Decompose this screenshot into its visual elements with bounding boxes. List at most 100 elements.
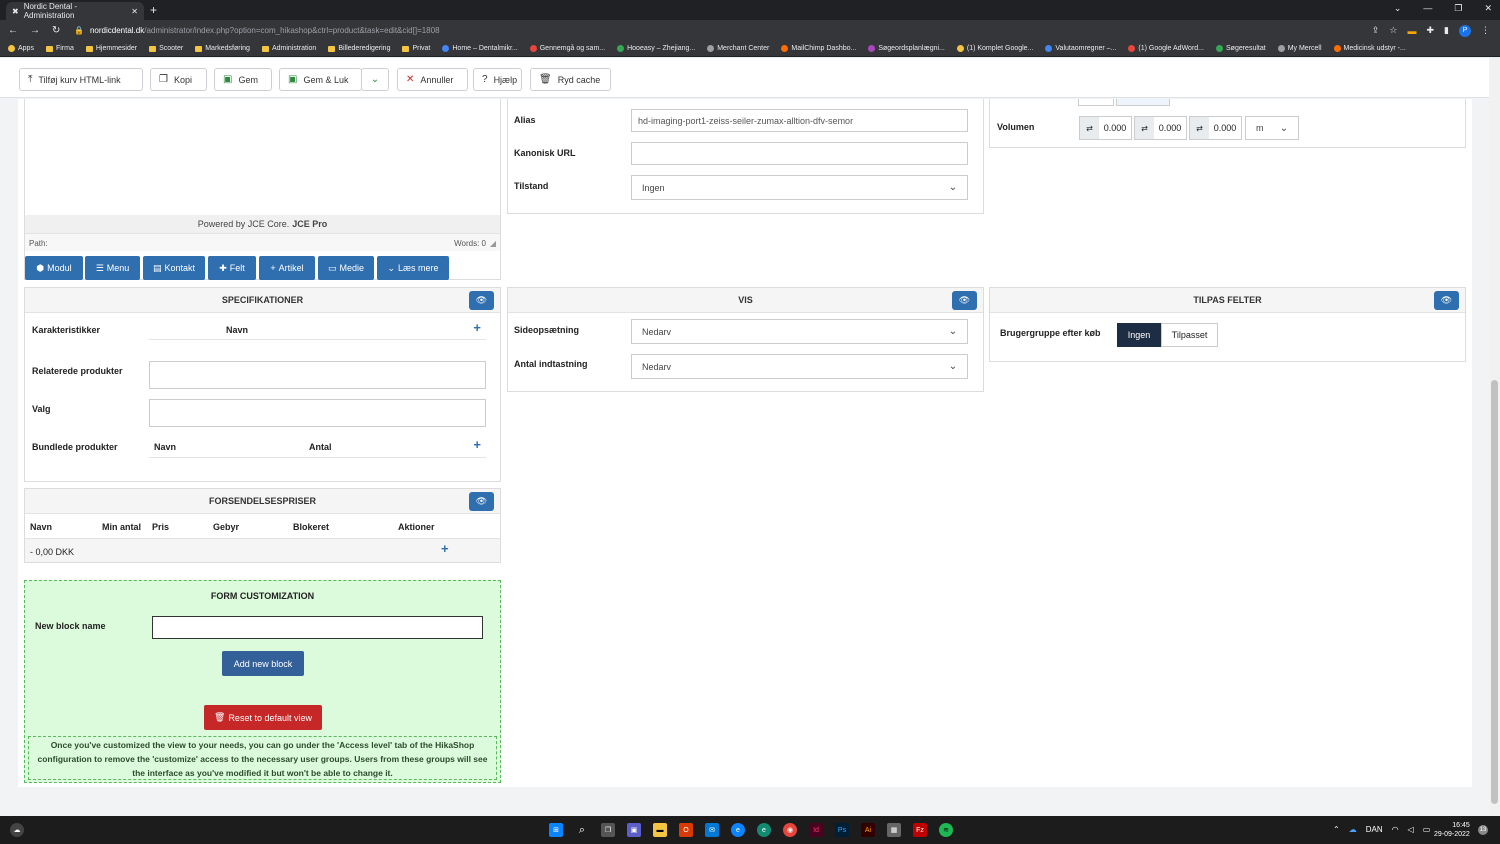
- add-characteristic-icon[interactable]: +: [473, 320, 481, 335]
- profile-avatar[interactable]: P: [1459, 24, 1471, 37]
- menu-button[interactable]: ☰ Menu: [85, 256, 140, 280]
- bookmark-item[interactable]: Søgeordsplanlægni...: [868, 45, 945, 52]
- browser-tab[interactable]: ✖ Nordic Dental - Administration ✕: [6, 2, 144, 20]
- back-icon[interactable]: ←: [8, 25, 18, 36]
- language-indicator[interactable]: DAN: [1366, 825, 1383, 834]
- module-button[interactable]: ⬢ Modul: [25, 256, 83, 280]
- bookmark-item[interactable]: Privat: [402, 45, 430, 52]
- cancel-button[interactable]: ✕ Annuller: [397, 68, 468, 91]
- illustrator-icon[interactable]: Ai: [861, 823, 875, 837]
- task-view-icon[interactable]: ❐: [601, 823, 615, 837]
- battery-icon[interactable]: ▭: [1423, 825, 1431, 834]
- bookmark-item[interactable]: Hjemmesider: [85, 45, 137, 52]
- volume-height-input[interactable]: ⇄ 0.000: [1189, 116, 1242, 140]
- reload-icon[interactable]: ↻: [52, 25, 60, 36]
- add-cart-link-button[interactable]: ⤒ Tilføj kurv HTML-link: [19, 68, 143, 91]
- save-close-button[interactable]: ▣ Gem & Luk: [279, 68, 362, 91]
- add-new-block-button[interactable]: Add new block: [222, 651, 304, 676]
- media-button[interactable]: ▭ Medie: [318, 256, 374, 280]
- bookmark-item[interactable]: Administration: [261, 45, 316, 52]
- photoshop-icon[interactable]: Ps: [835, 823, 849, 837]
- quantity-input-select[interactable]: Nedarv ⌄: [631, 354, 968, 379]
- file-explorer-icon[interactable]: ▬: [653, 823, 667, 837]
- page-layout-select[interactable]: Nedarv ⌄: [631, 319, 968, 344]
- onedrive-icon[interactable]: ☁: [1349, 825, 1357, 834]
- save-button[interactable]: ▣ Gem: [214, 68, 272, 91]
- volume-unit-select[interactable]: m ⌄: [1245, 116, 1299, 140]
- filezilla-icon[interactable]: Fz: [913, 823, 927, 837]
- bookmark-item[interactable]: Søgeresultat: [1216, 45, 1266, 52]
- edge-icon[interactable]: e: [757, 823, 771, 837]
- start-icon[interactable]: ⊞: [549, 823, 563, 837]
- edge-dev-icon[interactable]: e: [731, 823, 745, 837]
- bookmark-item[interactable]: Apps: [8, 45, 34, 52]
- puzzle-icon[interactable]: ✚: [1427, 25, 1435, 36]
- clock[interactable]: 16:45 29-09-2022: [1434, 821, 1470, 839]
- read-more-button[interactable]: ⌄ Læs mere: [377, 256, 449, 280]
- bookmark-item[interactable]: Home – Dentalmikr...: [442, 45, 518, 52]
- copy-button[interactable]: ❐ Kopi: [150, 68, 207, 91]
- bookmark-item[interactable]: Merchant Center: [707, 45, 769, 52]
- widgets-icon[interactable]: ☁: [10, 823, 24, 837]
- bookmark-item[interactable]: (1) Google AdWord...: [1128, 45, 1204, 52]
- forward-icon[interactable]: →: [30, 25, 40, 36]
- outlook-icon[interactable]: ✉: [705, 823, 719, 837]
- notification-badge[interactable]: 13: [1478, 825, 1488, 835]
- minimize-icon[interactable]: —: [1423, 3, 1432, 14]
- resize-handle-icon[interactable]: ◢: [490, 239, 496, 248]
- sidebar-icon[interactable]: ▮: [1444, 25, 1449, 36]
- bookmark-item[interactable]: Medicinsk udstyr -...: [1333, 45, 1406, 52]
- calculator-icon[interactable]: ▦: [887, 823, 901, 837]
- bookmark-item[interactable]: Hooeasy – Zhejiang...: [617, 45, 695, 52]
- bookmark-item[interactable]: Markedsføring: [195, 45, 250, 52]
- bookmark-item[interactable]: Firma: [45, 45, 74, 52]
- wifi-icon[interactable]: ◠: [1392, 825, 1399, 834]
- volume-length-input[interactable]: ⇄ 0.000: [1079, 116, 1132, 140]
- field-button[interactable]: ✚ Felt: [208, 256, 256, 280]
- restore-icon[interactable]: ❐: [1454, 3, 1462, 14]
- extension-icon[interactable]: ▬: [1408, 26, 1417, 36]
- reset-default-view-button[interactable]: 🗑 Reset to default view: [204, 705, 322, 730]
- group-option-custom[interactable]: Tilpasset: [1161, 323, 1218, 347]
- editor-body[interactable]: [25, 99, 500, 215]
- spotify-icon[interactable]: ≋: [939, 823, 953, 837]
- close-tab-icon[interactable]: ✕: [131, 7, 138, 16]
- indesign-icon[interactable]: Id: [809, 823, 823, 837]
- canonical-url-input[interactable]: [631, 142, 968, 165]
- eye-icon[interactable]: 👁: [1434, 291, 1459, 310]
- volume-width-input[interactable]: ⇄ 0.000: [1134, 116, 1187, 140]
- menu-dots-icon[interactable]: ⋮: [1481, 25, 1490, 36]
- clear-cache-button[interactable]: 🗑 Ryd cache: [530, 68, 611, 91]
- speaker-icon[interactable]: ◁: [1408, 825, 1414, 834]
- close-window-icon[interactable]: ✕: [1484, 3, 1492, 14]
- bookmark-item[interactable]: Gennemgå og sam...: [529, 45, 605, 52]
- add-shipping-price-icon[interactable]: +: [441, 541, 449, 556]
- help-button[interactable]: ? Hjælp: [473, 68, 522, 91]
- save-dropdown-toggle[interactable]: ⌄: [361, 68, 389, 91]
- chevron-up-icon[interactable]: ⌃: [1333, 825, 1340, 834]
- options-input[interactable]: [149, 399, 486, 427]
- scrollbar-thumb[interactable]: [1491, 380, 1498, 804]
- office-icon[interactable]: O: [679, 823, 693, 837]
- eye-icon[interactable]: 👁: [952, 291, 977, 310]
- add-bundled-icon[interactable]: +: [473, 437, 481, 452]
- bookmark-item[interactable]: MailChimp Dashbo...: [781, 45, 856, 52]
- eye-icon[interactable]: 👁: [469, 291, 494, 310]
- dimension-partial-input[interactable]: [1078, 99, 1114, 106]
- contact-button[interactable]: ▤ Kontakt: [143, 256, 205, 280]
- bookmark-item[interactable]: Scooter: [149, 45, 183, 52]
- tab-search-icon[interactable]: ⌄: [1394, 3, 1402, 14]
- search-icon[interactable]: ⌕: [575, 823, 589, 837]
- bookmark-star-icon[interactable]: ☆: [1389, 25, 1397, 36]
- state-select[interactable]: Ingen ⌄: [631, 175, 968, 200]
- bookmark-item[interactable]: My Mercell: [1277, 45, 1322, 52]
- new-tab-icon[interactable]: +: [150, 3, 157, 17]
- share-icon[interactable]: ⇪: [1372, 25, 1380, 36]
- dimension-partial-input[interactable]: [1116, 99, 1170, 106]
- new-block-name-input[interactable]: [152, 616, 483, 639]
- eye-icon[interactable]: 👁: [469, 492, 494, 511]
- group-option-none[interactable]: Ingen: [1117, 323, 1161, 347]
- url-field[interactable]: 🔒 nordicdental.dk/administrator/index.ph…: [74, 26, 1372, 35]
- bookmark-item[interactable]: Billederedigering: [328, 45, 390, 52]
- article-button[interactable]: + Artikel: [259, 256, 315, 280]
